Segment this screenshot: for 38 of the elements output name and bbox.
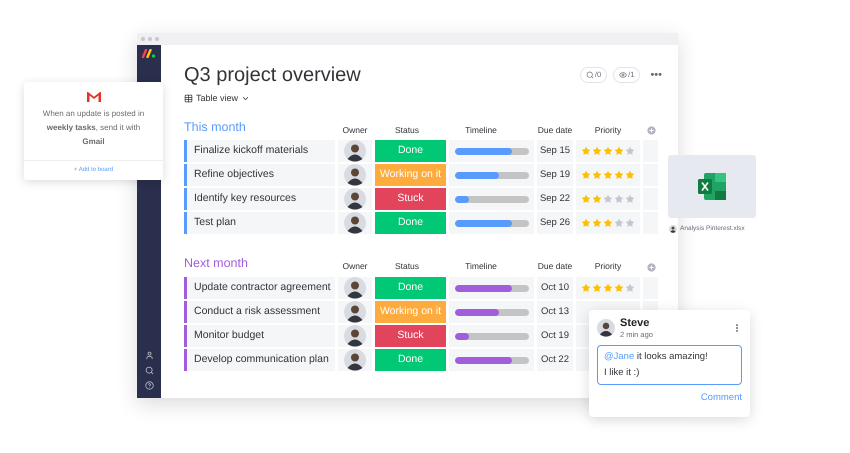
column-header: Status bbox=[394, 124, 420, 136]
column-header: Status bbox=[394, 260, 420, 273]
more-button[interactable]: ••• bbox=[650, 66, 662, 84]
due-date: Sep 19 bbox=[537, 164, 573, 186]
column-header: Timeline bbox=[464, 124, 498, 136]
column-header: Priority bbox=[594, 260, 622, 273]
group-title[interactable]: This month bbox=[184, 118, 335, 136]
comment-field[interactable]: @Jane it looks amazing! I like it :) bbox=[597, 345, 742, 385]
mention-link[interactable]: @Jane bbox=[604, 351, 634, 362]
status-label[interactable]: Stuck bbox=[375, 188, 446, 210]
due-date: Oct 19 bbox=[537, 325, 573, 347]
comment-button[interactable]: Comment bbox=[700, 391, 742, 406]
due-date: Oct 10 bbox=[537, 277, 573, 299]
task-name[interactable]: Update contractor agreement bbox=[187, 277, 335, 299]
task-name[interactable]: Test plan bbox=[187, 212, 335, 234]
due-date: Sep 15 bbox=[537, 140, 573, 162]
column-header: Priority bbox=[594, 124, 622, 136]
group-title[interactable]: Next month bbox=[184, 254, 335, 273]
task-name[interactable]: Finalize kickoff materials bbox=[187, 140, 335, 162]
board-title: Q3 project overview bbox=[184, 63, 361, 88]
view-selector[interactable]: Table view bbox=[184, 92, 250, 106]
column-header: Owner bbox=[341, 124, 369, 136]
integration-text: When an update is posted in weekly tasks, send it with Gmail bbox=[42, 108, 146, 148]
due-date: Oct 13 bbox=[537, 301, 573, 323]
column-header: Owner bbox=[341, 260, 369, 273]
due-date: Oct 22 bbox=[537, 349, 573, 371]
task-name[interactable]: Conduct a risk assessment bbox=[187, 301, 335, 323]
due-date: Sep 26 bbox=[537, 212, 573, 234]
due-date: Sep 22 bbox=[537, 188, 573, 210]
task-name[interactable]: Identify key resources bbox=[187, 188, 335, 210]
task-name[interactable]: Refine objectives bbox=[187, 164, 335, 186]
author-name: Steve bbox=[620, 317, 650, 330]
column-header: Due date bbox=[537, 124, 573, 136]
status-label[interactable]: Stuck bbox=[375, 325, 446, 347]
column-header: Due date bbox=[537, 260, 573, 273]
task-name[interactable]: Monitor budget bbox=[187, 325, 335, 347]
column-header: Timeline bbox=[464, 260, 498, 273]
task-name[interactable]: Develop communication plan bbox=[187, 349, 335, 371]
